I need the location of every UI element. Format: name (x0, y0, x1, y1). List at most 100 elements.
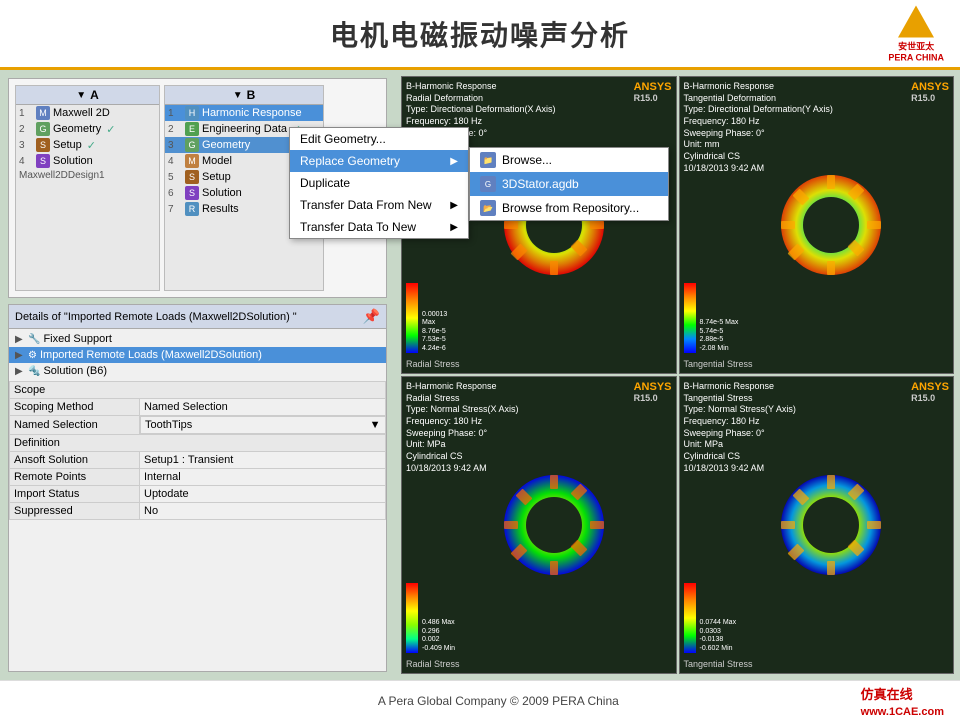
col-b-label: B (247, 88, 256, 102)
motor-ring-svg-4 (771, 465, 891, 585)
row-label: Setup (202, 171, 231, 183)
sim-bottom-label-3: Radial Stress (406, 659, 460, 669)
row-label: Geometry (53, 123, 101, 135)
row-label: Setup (53, 139, 82, 151)
table-row[interactable]: 1 M Maxwell 2D (16, 105, 159, 121)
col-a-header: ▼ A (16, 86, 159, 105)
eng-icon: E (185, 122, 199, 136)
menu-item-label: Replace Geometry (300, 154, 400, 168)
menu-item-label: Edit Geometry... (300, 132, 386, 146)
motor-ring-svg-3 (494, 465, 614, 585)
sim-image-radial-stress: B-Harmonic ResponseRadial StressType: No… (401, 376, 677, 674)
workbench-area: ▼ A 1 M Maxwell 2D 2 G Geometry ✓ (8, 78, 387, 298)
table-row[interactable]: 4 S Solution (16, 153, 159, 169)
motor-ring-svg-2 (771, 165, 891, 285)
sim-bottom-label-4: Tangential Stress (684, 659, 753, 669)
submenu-chevron: ▶ (450, 156, 458, 167)
row-label: Geometry (202, 139, 250, 151)
prop-label: Ansoft Solution (10, 452, 140, 469)
sim-bottom-label-1: Radial Stress (406, 359, 460, 369)
submenu-item-3dstator[interactable]: G 3DStator.agdb (470, 172, 668, 196)
row-label: Model (202, 155, 232, 167)
prop-label: Import Status (10, 486, 140, 503)
pin-icon[interactable]: 📌 (363, 308, 380, 325)
color-bar-values-2: 8.74e-5 Max 5.74e-5 2.88e-5 -2.08 Min (700, 319, 740, 353)
workbench-col-a: ▼ A 1 M Maxwell 2D 2 G Geometry ✓ (15, 85, 160, 291)
color-bar-3 (406, 583, 420, 653)
ansys-badge-1: ANSYSR15.0 (634, 81, 672, 103)
footer: A Pera Global Company © 2009 PERA China … (0, 680, 960, 720)
menu-item-label: Duplicate (300, 176, 350, 190)
footer-copyright: A Pera Global Company © 2009 PERA China (378, 694, 619, 708)
context-menu: Edit Geometry... Replace Geometry ▶ Dupl… (289, 127, 469, 239)
sim-image-tangential-deformation: B-Harmonic ResponseTangential Deformatio… (679, 76, 955, 374)
prop-value: No (140, 503, 386, 520)
main-content: ▼ A 1 M Maxwell 2D 2 G Geometry ✓ (0, 70, 960, 680)
tree-item-label: Imported Remote Loads (Maxwell2DSolution… (40, 349, 262, 361)
submenu-item-browse-repo[interactable]: 📂 Browse from Repository... (470, 196, 668, 220)
color-bar-values-3: 0.486 Max 0.296 0.002 -0.409 Min (422, 619, 467, 653)
tree-item-fixed-support[interactable]: ▶ 🔧 Fixed Support (9, 331, 386, 347)
setup-icon-b: S (185, 170, 199, 184)
row-label: Solution (202, 187, 242, 199)
geometry-icon: G (36, 122, 50, 136)
menu-item-replace-geometry[interactable]: Replace Geometry ▶ (290, 150, 468, 172)
model-icon: M (185, 154, 199, 168)
header: 电机电磁振动噪声分析 安世亚太PERA CHINA (0, 0, 960, 70)
menu-item-label: Transfer Data From New (300, 198, 432, 212)
prop-label: Named Selection (10, 416, 140, 435)
submenu-chevron-2: ▶ (450, 200, 458, 211)
row-label: Engineering Data (202, 123, 287, 135)
details-tree: ▶ 🔧 Fixed Support ▶ ⚙ Imported Remote Lo… (9, 329, 386, 381)
footer-brand-cn: 仿真在线 (861, 687, 913, 702)
prop-value: Uptodate (140, 486, 386, 503)
submenu-item-browse[interactable]: 📁 Browse... (470, 148, 668, 172)
details-header: Details of "Imported Remote Loads (Maxwe… (9, 305, 386, 329)
sim-image-label-3: B-Harmonic ResponseRadial StressType: No… (406, 381, 519, 475)
ansys-badge-3: ANSYSR15.0 (634, 381, 672, 403)
prop-value: Named Selection (140, 399, 386, 416)
left-panel: ▼ A 1 M Maxwell 2D 2 G Geometry ✓ (0, 70, 395, 680)
logo-triangle (898, 5, 934, 37)
footer-brand: 仿真在线 www.1CAE.com (861, 684, 944, 718)
color-bar-values-1: 0.00013 Max 8.76e-5 7.53e-5 4.24e-6 (422, 311, 462, 353)
sim-image-tangential-stress: B-Harmonic ResponseTangential StressType… (679, 376, 955, 674)
tree-item-label: Fixed Support (43, 333, 111, 345)
browse-repo-icon: 📂 (480, 200, 496, 216)
color-bar-values-4: 0.0744 Max 0.0303 -0.0138 -0.602 Min (700, 619, 745, 653)
tree-item-solution[interactable]: ▶ 🔩 Solution (B6) (9, 363, 386, 379)
prop-label: Scoping Method (10, 399, 140, 416)
browse-icon: 📁 (480, 152, 496, 168)
table-row[interactable]: 2 G Geometry ✓ (16, 121, 159, 137)
prop-value: Internal (140, 469, 386, 486)
menu-item-transfer-from[interactable]: Transfer Data From New ▶ (290, 194, 468, 216)
design-label: Maxwell2DDesign1 (16, 169, 159, 182)
prop-label: Remote Points (10, 469, 140, 486)
submenu-label: Browse from Repository... (502, 201, 639, 215)
prop-value: Setup1 : Transient (140, 452, 386, 469)
row-label: Solution (53, 155, 93, 167)
table-row[interactable]: 3 S Setup ✓ (16, 137, 159, 153)
tree-item-imported-loads[interactable]: ▶ ⚙ Imported Remote Loads (Maxwell2DSolu… (9, 347, 386, 363)
table-row[interactable]: 1 H Harmonic Response (165, 105, 323, 121)
setup-icon: S (36, 138, 50, 152)
footer-brand-url: www.1CAE.com (861, 706, 944, 718)
col-b-header: ▼ B (165, 86, 323, 105)
ansys-badge-4: ANSYSR15.0 (911, 381, 949, 403)
expand-icon-b: ▼ (233, 90, 243, 101)
menu-item-edit-geometry[interactable]: Edit Geometry... (290, 128, 468, 150)
logo-text: 安世亚太PERA CHINA (888, 39, 944, 62)
row-label: Maxwell 2D (53, 107, 110, 119)
submenu-chevron-3: ▶ (450, 222, 458, 233)
details-title: Details of "Imported Remote Loads (Maxwe… (15, 311, 297, 323)
dropdown-arrow[interactable]: ▼ (370, 419, 381, 431)
geo-icon-b: G (185, 138, 199, 152)
menu-item-duplicate[interactable]: Duplicate (290, 172, 468, 194)
submenu-label: Browse... (502, 153, 552, 167)
logo: 安世亚太PERA CHINA (888, 5, 944, 62)
row-label: Harmonic Response (202, 107, 302, 119)
ansys-badge-2: ANSYSR15.0 (911, 81, 949, 103)
page-title: 电机电磁振动噪声分析 (330, 14, 630, 54)
sim-bottom-label-2: Tangential Stress (684, 359, 753, 369)
menu-item-transfer-to[interactable]: Transfer Data To New ▶ (290, 216, 468, 238)
